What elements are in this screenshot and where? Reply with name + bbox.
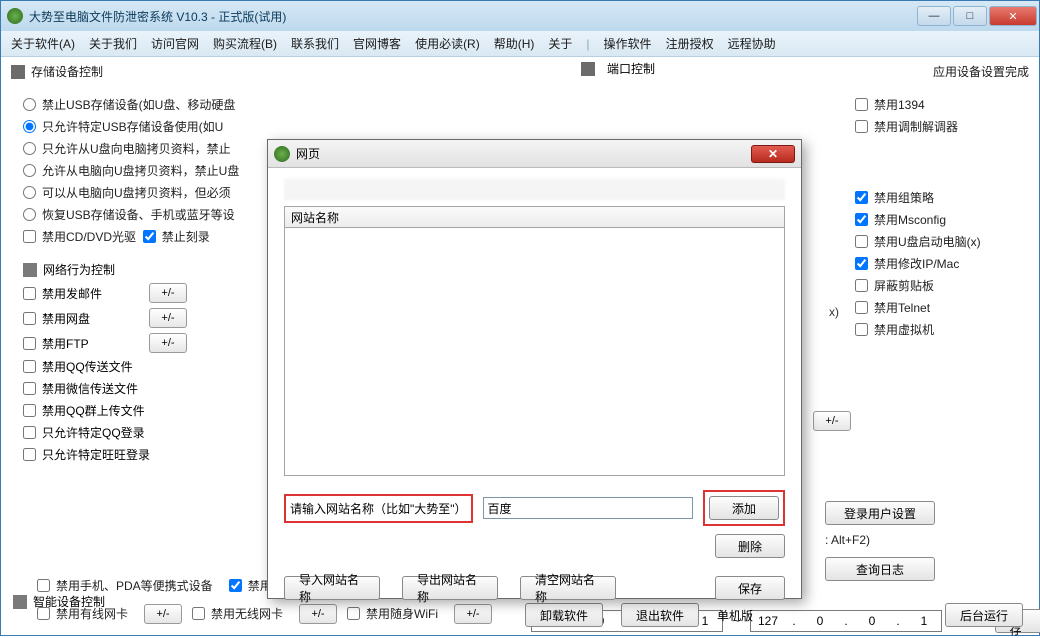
menu-operate[interactable]: 操作软件 xyxy=(598,32,658,55)
storage-section-icon xyxy=(11,65,25,79)
cb-phone-assist[interactable] xyxy=(229,579,242,592)
cb-disable-wxfile[interactable] xyxy=(23,382,36,395)
cb-disable-ftp[interactable] xyxy=(23,337,36,350)
window-title: 大势至电脑文件防泄密系统 V10.3 - 正式版(试用) xyxy=(29,8,917,25)
close-button[interactable]: ✕ xyxy=(989,6,1037,26)
pm-extra[interactable]: +/- xyxy=(813,411,851,431)
dialog-close-button[interactable]: ✕ xyxy=(751,145,795,163)
window-titlebar: 大势至电脑文件防泄密系统 V10.3 - 正式版(试用) — □ ✕ xyxy=(1,1,1039,31)
cb-msconfig[interactable] xyxy=(855,213,868,226)
menu-remote[interactable]: 远程协助 xyxy=(722,32,782,55)
input-prompt: 请输入网站名称（比如"大势至"） xyxy=(290,502,467,516)
cb-wireless-nic[interactable] xyxy=(192,607,205,620)
cb-qq-limit[interactable] xyxy=(23,426,36,439)
export-button[interactable]: 导出网站名称 xyxy=(402,576,498,600)
maximize-button[interactable]: □ xyxy=(953,6,987,26)
cb-usb-boot[interactable] xyxy=(855,235,868,248)
add-button[interactable]: 添加 xyxy=(709,496,779,520)
menu-help[interactable]: 帮助(H) xyxy=(488,32,541,55)
delete-button[interactable]: 删除 xyxy=(715,534,785,558)
login-user-settings-button[interactable]: 登录用户设置 xyxy=(825,501,935,525)
site-name-input[interactable] xyxy=(483,497,693,519)
menu-readme[interactable]: 使用必读(R) xyxy=(409,32,486,55)
webpage-dialog: 网页 ✕ 网站名称 请输入网站名称（比如"大势至"） 添加 删除 xyxy=(267,139,802,599)
dialog-icon xyxy=(274,146,290,162)
radio-usb-restore[interactable] xyxy=(23,208,36,221)
cb-ww-limit[interactable] xyxy=(23,448,36,461)
cb-disable-mail[interactable] xyxy=(23,287,36,300)
menu-about[interactable]: 关于 xyxy=(542,32,578,55)
port-section-icon xyxy=(581,62,595,76)
minimize-button[interactable]: — xyxy=(917,6,951,26)
add-highlight: 添加 xyxy=(703,490,785,526)
menu-about-us[interactable]: 关于我们 xyxy=(83,32,143,55)
site-list[interactable] xyxy=(284,228,785,476)
hotkey-hint: : Alt+F2) xyxy=(825,533,1025,547)
net-section-title: 网络行为控制 xyxy=(43,261,115,278)
cb-wired-nic[interactable] xyxy=(37,607,50,620)
smart-section-icon xyxy=(13,595,27,609)
pm-pan[interactable]: +/- xyxy=(149,308,187,328)
port-section-title: 端口控制 xyxy=(607,60,655,77)
query-log-button[interactable]: 查询日志 xyxy=(825,557,935,581)
radio-usb-disable[interactable] xyxy=(23,98,36,111)
cb-ipmac[interactable] xyxy=(855,257,868,270)
menubar: 关于软件(A) 关于我们 访问官网 购买流程(B) 联系我们 官网博客 使用必读… xyxy=(1,31,1039,57)
cb-telnet[interactable] xyxy=(855,301,868,314)
cb-pda[interactable] xyxy=(37,579,50,592)
menu-blog[interactable]: 官网博客 xyxy=(347,32,407,55)
pm-ftp[interactable]: +/- xyxy=(149,333,187,353)
cb-disable-qqfile[interactable] xyxy=(23,360,36,373)
net-section-icon xyxy=(23,263,37,277)
cb-vm[interactable] xyxy=(855,323,868,336)
cb-modem[interactable] xyxy=(855,120,868,133)
cb-1394[interactable] xyxy=(855,98,868,111)
menu-buy[interactable]: 购买流程(B) xyxy=(207,32,283,55)
dialog-blurred-row xyxy=(284,178,785,200)
app-icon xyxy=(7,8,23,24)
menu-register[interactable]: 注册授权 xyxy=(660,32,720,55)
dialog-title: 网页 xyxy=(296,145,320,162)
cb-disable-cd[interactable] xyxy=(23,230,36,243)
ip-to[interactable]: 127.0.0.1 xyxy=(750,610,942,632)
cb-disable-burn[interactable] xyxy=(143,230,156,243)
cb-gpo[interactable] xyxy=(855,191,868,204)
menu-contact[interactable]: 联系我们 xyxy=(285,32,345,55)
radio-usb-copyin[interactable] xyxy=(23,142,36,155)
clear-button[interactable]: 清空网站名称 xyxy=(520,576,616,600)
status-applied: 应用设备设置完成 xyxy=(933,63,1029,80)
modal-save-button[interactable]: 保存 xyxy=(715,576,785,600)
pm-mail[interactable]: +/- xyxy=(149,283,187,303)
prompt-highlight: 请输入网站名称（比如"大势至"） xyxy=(284,494,473,523)
cb-disable-pan[interactable] xyxy=(23,312,36,325)
cb-clipboard[interactable] xyxy=(855,279,868,292)
radio-usb-allow-specific[interactable] xyxy=(23,120,36,133)
cb-disable-qqgroup[interactable] xyxy=(23,404,36,417)
radio-usb-copyout[interactable] xyxy=(23,164,36,177)
pm-wired[interactable]: +/- xyxy=(144,604,182,624)
bg-run-button[interactable]: 后台运行 xyxy=(945,603,1023,627)
menu-about-software[interactable]: 关于软件(A) xyxy=(5,32,81,55)
storage-section-title: 存储设备控制 xyxy=(31,63,103,80)
menu-visit-site[interactable]: 访问官网 xyxy=(145,32,205,55)
import-button[interactable]: 导入网站名称 xyxy=(284,576,380,600)
radio-usb-copyrequire[interactable] xyxy=(23,186,36,199)
x-hint-fragment: x) xyxy=(829,305,839,319)
list-header: 网站名称 xyxy=(284,206,785,228)
